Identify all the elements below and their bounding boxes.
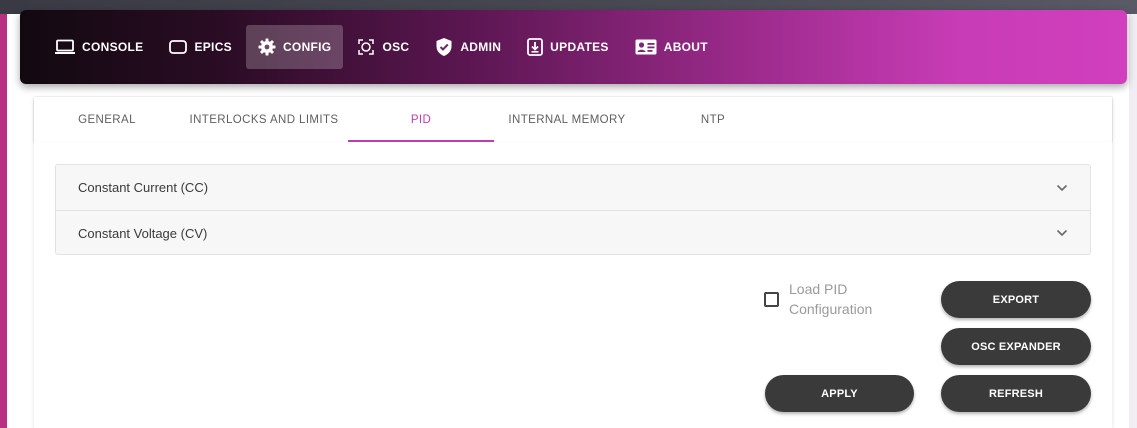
tab-general[interactable]: GENERAL <box>34 97 180 142</box>
nav-console-button[interactable]: CONSOLE <box>43 25 155 69</box>
chevron-down-icon <box>1056 229 1068 237</box>
refresh-button[interactable]: REFRESH <box>941 375 1091 412</box>
download-box-icon <box>527 38 544 56</box>
export-button-label: EXPORT <box>992 293 1040 306</box>
tab-internal-memory-label: INTERNAL MEMORY <box>508 113 626 126</box>
nav-admin-button[interactable]: ADMIN <box>423 25 513 69</box>
nav-console-label: CONSOLE <box>82 40 144 54</box>
tab-general-label: GENERAL <box>78 113 136 126</box>
left-edge-accent <box>0 14 7 428</box>
tab-ntp-label: NTP <box>700 113 726 126</box>
load-pid-checkbox-field[interactable]: Load PID Configuration <box>764 279 914 323</box>
osc-expander-button[interactable]: OSC EXPANDER <box>941 328 1091 365</box>
nav-updates-label: UPDATES <box>550 40 609 54</box>
accordion-constant-current-label: Constant Current (CC) <box>78 180 209 195</box>
osc-expander-button-label: OSC EXPANDER <box>971 340 1061 353</box>
nav-about-button[interactable]: ABOUT <box>623 25 720 69</box>
id-card-icon <box>635 39 657 55</box>
rounded-square-icon <box>169 40 188 54</box>
nav-updates-button[interactable]: UPDATES <box>515 25 621 69</box>
accordion-constant-voltage-label: Constant Voltage (CV) <box>78 225 208 241</box>
chevron-down-icon <box>1056 184 1068 192</box>
accordion-constant-current[interactable]: Constant Current (CC) <box>56 165 1090 210</box>
export-button[interactable]: EXPORT <box>941 281 1091 318</box>
refresh-button-label: REFRESH <box>989 387 1043 400</box>
tab-ntp[interactable]: NTP <box>640 97 786 142</box>
accordion-constant-voltage[interactable]: Constant Voltage (CV) <box>56 210 1090 255</box>
scan-frame-icon <box>357 38 375 56</box>
tab-internal-memory[interactable]: INTERNAL MEMORY <box>494 97 640 142</box>
apply-button-label: APPLY <box>821 387 858 400</box>
nav-epics-button[interactable]: EPICS <box>157 25 244 69</box>
tab-pid[interactable]: PID <box>348 97 494 142</box>
load-pid-label: Load PID Configuration <box>789 281 873 317</box>
pid-accordion: Constant Current (CC) Constant Voltage (… <box>55 164 1091 255</box>
tab-interlocks-and-limits[interactable]: INTERLOCKS AND LIMITS <box>180 97 348 142</box>
monitor-icon <box>55 39 75 55</box>
config-tab-bar: GENERAL INTERLOCKS AND LIMITS PID INTERN… <box>34 97 1112 142</box>
app-bar: CONSOLE EPICS CONFIG OSC ADMIN UPDATES A… <box>20 10 1127 84</box>
tab-interlocks-label: INTERLOCKS AND LIMITS <box>189 113 339 126</box>
load-pid-checkbox[interactable] <box>764 292 779 307</box>
nav-config-label: CONFIG <box>282 40 332 54</box>
right-edge <box>1129 14 1137 428</box>
nav-epics-label: EPICS <box>194 40 232 54</box>
nav-osc-label: OSC <box>382 40 410 54</box>
nav-osc-button[interactable]: OSC <box>345 25 421 69</box>
tab-pid-label: PID <box>410 113 432 126</box>
shield-check-icon <box>435 37 453 57</box>
nav-admin-label: ADMIN <box>460 40 502 54</box>
gear-icon <box>258 38 276 56</box>
apply-button[interactable]: APPLY <box>765 375 914 412</box>
nav-config-button[interactable]: CONFIG <box>245 25 344 69</box>
nav-about-label: ABOUT <box>663 40 708 54</box>
